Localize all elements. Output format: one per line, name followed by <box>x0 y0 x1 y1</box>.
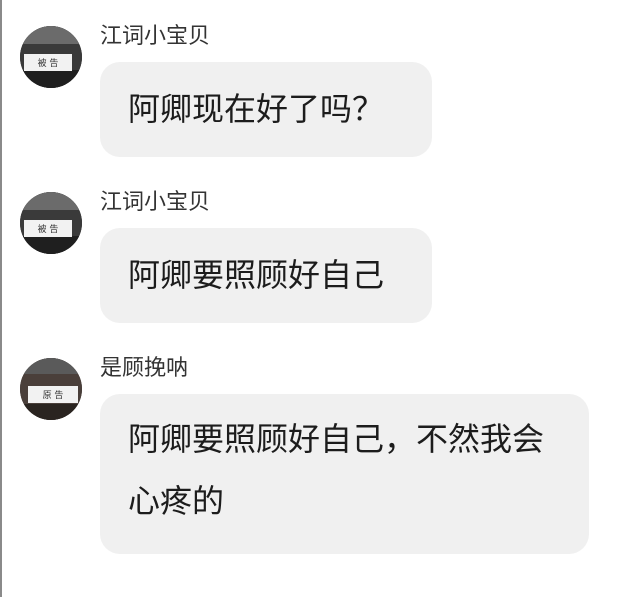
sender-name: 江词小宝贝 <box>100 190 211 215</box>
message-bubble[interactable]: 阿卿要照顾好自己，不然我会心疼的 <box>100 394 589 554</box>
courtroom-sign-image: 原 告 <box>20 358 82 420</box>
sender-name: 是顾挽呐 <box>100 356 189 381</box>
avatar-sign-text: 原 告 <box>43 389 64 401</box>
chat-screen: 被 告 江词小宝贝 阿卿现在好了吗？ 被 告 江词小宝贝 阿卿要照顾好自己 原 … <box>0 0 640 597</box>
avatar-sign-text: 被 告 <box>38 57 59 69</box>
avatar-sign-text: 被 告 <box>38 223 59 235</box>
avatar[interactable]: 被 告 <box>20 192 82 254</box>
avatar[interactable]: 被 告 <box>20 26 82 88</box>
avatar[interactable]: 原 告 <box>20 358 82 420</box>
courtroom-sign-image: 被 告 <box>20 192 82 254</box>
message-bubble[interactable]: 阿卿要照顾好自己 <box>100 228 432 323</box>
sender-name: 江词小宝贝 <box>100 24 211 49</box>
courtroom-sign-image: 被 告 <box>20 26 82 88</box>
message-bubble[interactable]: 阿卿现在好了吗？ <box>100 62 432 157</box>
